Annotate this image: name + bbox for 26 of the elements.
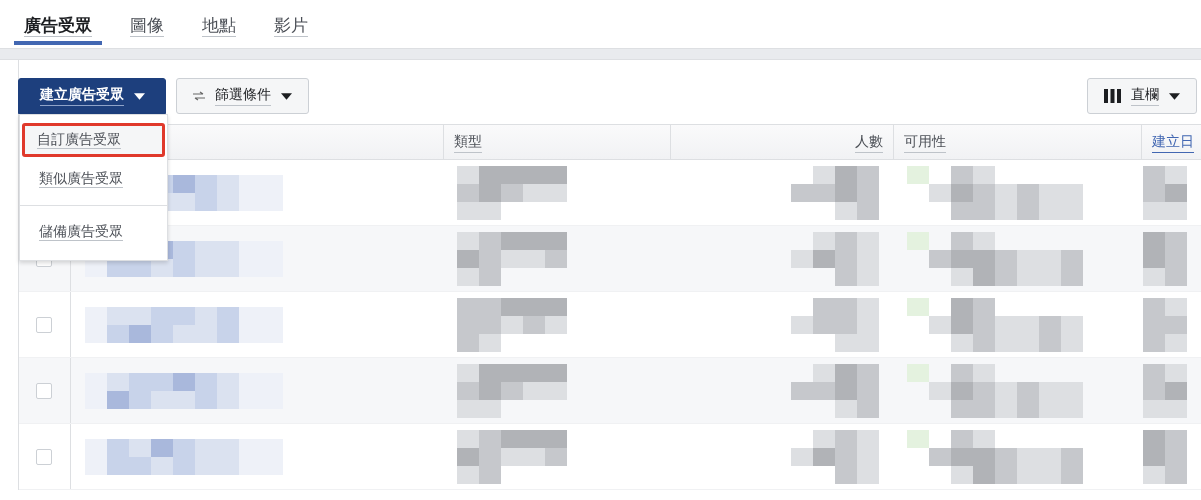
column-header[interactable]: 類型 bbox=[443, 125, 670, 159]
pixelated-text bbox=[1143, 165, 1188, 220]
tab[interactable]: 地點 bbox=[192, 14, 246, 45]
tab[interactable]: 影片 bbox=[264, 14, 318, 45]
menu-item[interactable]: 自訂廣告受眾 bbox=[22, 123, 165, 157]
caret-icon bbox=[133, 92, 145, 100]
column-header[interactable]: 建立日 bbox=[1141, 125, 1201, 159]
pixelated-text bbox=[1143, 429, 1188, 484]
pixelated-text bbox=[1143, 363, 1188, 418]
column-header[interactable]: 人數 bbox=[669, 125, 894, 159]
columns-button[interactable]: 直欄 bbox=[1087, 78, 1197, 114]
filter-button[interactable]: 篩選條件 bbox=[176, 78, 309, 114]
checkbox[interactable] bbox=[36, 316, 53, 333]
pixelated-text bbox=[1143, 231, 1188, 286]
menu-item[interactable]: 類似廣告受眾 bbox=[22, 159, 165, 199]
create-button[interactable]: 建立廣告受眾 bbox=[18, 78, 166, 114]
caret-icon bbox=[281, 92, 292, 100]
pixelated-text bbox=[1143, 297, 1188, 352]
column-header[interactable]: 可用性 bbox=[893, 125, 1142, 159]
tab[interactable]: 圖像 bbox=[120, 14, 174, 45]
checkbox[interactable] bbox=[36, 382, 53, 399]
filter-icon bbox=[193, 91, 205, 101]
checkbox[interactable] bbox=[36, 448, 53, 465]
caret-icon bbox=[1169, 92, 1180, 100]
menu-item[interactable]: 儲備廣告受眾 bbox=[22, 212, 165, 252]
columns-icon bbox=[1104, 89, 1121, 103]
